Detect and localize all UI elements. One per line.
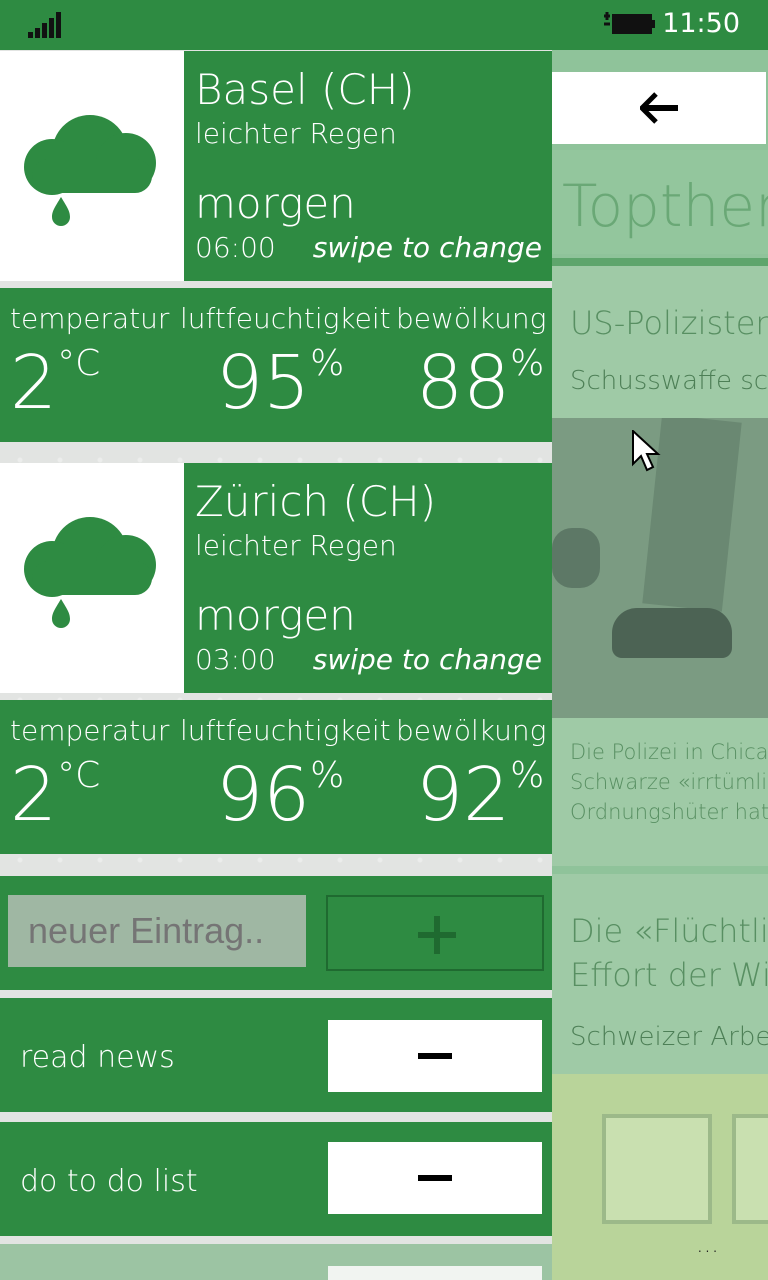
- humidity-value: 95%: [216, 340, 345, 426]
- todo-item-faded: [0, 1244, 552, 1280]
- city-name: Basel (CH): [195, 65, 415, 114]
- image-window: [602, 1114, 712, 1224]
- article-image[interactable]: [552, 1074, 768, 1280]
- mouse-cursor-icon: [632, 430, 661, 472]
- article-body-line: Schwarze «irrtümlic: [570, 770, 768, 794]
- news-heading-tile: Topthem: [552, 150, 768, 254]
- weather-icon-tile[interactable]: [0, 51, 184, 281]
- new-entry-input[interactable]: [8, 895, 306, 967]
- forecast-day: morgen: [195, 591, 356, 640]
- plus-icon: [418, 916, 456, 954]
- minus-icon: [418, 1053, 452, 1059]
- battery-icon: [604, 12, 655, 34]
- divider: [552, 258, 768, 266]
- add-entry-button[interactable]: [326, 895, 544, 971]
- todo-item-label: read news: [20, 1040, 175, 1075]
- image-shoe: [612, 608, 732, 658]
- news-article-header[interactable]: US-Polizisten Schusswaffe sch: [552, 266, 768, 418]
- remove-item-button[interactable]: [328, 1266, 542, 1280]
- clock: 11:50: [662, 8, 740, 39]
- rain-cloud-icon: [24, 517, 156, 628]
- temperature-label: temperatur: [10, 302, 170, 335]
- remove-item-button[interactable]: [328, 1142, 542, 1214]
- image-shoe-left: [552, 528, 600, 588]
- todo-item: read news: [0, 998, 552, 1112]
- cloudiness-label: bewölkung: [396, 302, 547, 335]
- article-body[interactable]: Die Polizei in Chica Schwarze «irrtümlic…: [552, 718, 768, 866]
- temperature-value: 2°C: [10, 340, 101, 426]
- article-title: US-Polizisten: [570, 304, 768, 342]
- forecast-time: 06:00: [195, 231, 276, 264]
- weather-icon-tile[interactable]: [0, 463, 184, 693]
- signal-icon: [28, 12, 61, 38]
- todo-item-label: do to do list: [20, 1164, 198, 1199]
- status-bar: 11:50: [0, 0, 768, 50]
- more-options-icon[interactable]: ...: [696, 1230, 719, 1258]
- article-body-line: Die Polizei in Chica: [570, 740, 768, 764]
- temperature-label: temperatur: [10, 714, 170, 747]
- humidity-label: luftfeuchtigkeit: [180, 714, 391, 747]
- rain-cloud-icon: [24, 115, 156, 226]
- todo-item: do to do list: [0, 1122, 552, 1236]
- forecast-time: 03:00: [195, 643, 276, 676]
- news-panel: Topthem US-Polizisten Schusswaffe sch Di…: [552, 50, 768, 1280]
- article-title: Effort der Wi: [570, 956, 768, 994]
- image-window: [732, 1114, 768, 1224]
- weather-condition: leichter Regen: [195, 117, 397, 150]
- cloudiness-value: 88%: [416, 340, 545, 426]
- humidity-label: luftfeuchtigkeit: [180, 302, 391, 335]
- article-title: Die «Flüchtli: [570, 912, 768, 950]
- weather-info-tile[interactable]: Zürich (CH) leichter Regen morgen 03:00 …: [184, 463, 552, 693]
- back-arrow-icon: [640, 92, 678, 124]
- forecast-day: morgen: [195, 179, 356, 228]
- news-article-header[interactable]: Die «Flüchtli Effort der Wi Schweizer Ar…: [552, 874, 768, 1074]
- humidity-value: 96%: [216, 752, 345, 838]
- weather-condition: leichter Regen: [195, 529, 397, 562]
- temperature-value: 2°C: [10, 752, 101, 838]
- article-subtitle: Schweizer Arbeit: [570, 1022, 768, 1052]
- back-button[interactable]: [552, 72, 766, 144]
- city-name: Zürich (CH): [195, 477, 437, 526]
- weather-info-tile[interactable]: Basel (CH) leichter Regen morgen 06:00 s…: [184, 51, 552, 281]
- minus-icon: [418, 1175, 452, 1181]
- weather-stats-tile: temperatur luftfeuchtigkeit bewölkung 2°…: [0, 700, 552, 854]
- news-heading: Topthem: [562, 172, 768, 240]
- remove-item-button[interactable]: [328, 1020, 542, 1092]
- weather-stats-tile: temperatur luftfeuchtigkeit bewölkung 2°…: [0, 288, 552, 442]
- swipe-hint: swipe to change: [312, 231, 542, 264]
- cloudiness-label: bewölkung: [396, 714, 547, 747]
- swipe-hint: swipe to change: [312, 643, 542, 676]
- cloudiness-value: 92%: [416, 752, 545, 838]
- new-entry-row: [0, 876, 552, 990]
- article-subtitle: Schusswaffe sch: [570, 366, 768, 396]
- article-body-line: Ordnungshüter hat: [570, 800, 768, 824]
